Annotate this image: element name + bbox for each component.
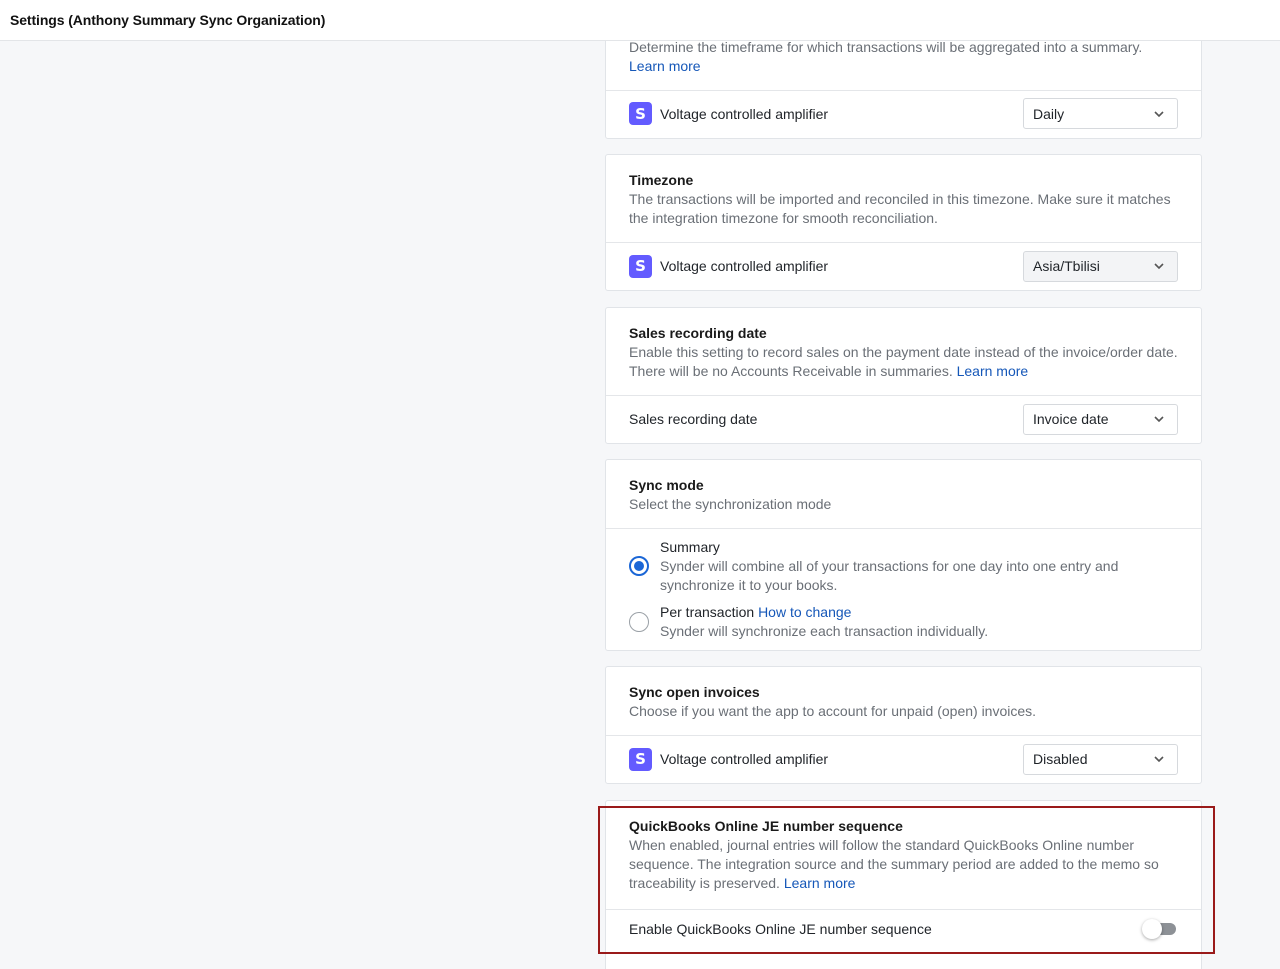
- sync-open-invoices-source: S Voltage controlled amplifier: [629, 747, 828, 771]
- settings-content: Determine the timeframe for which transa…: [605, 41, 1202, 969]
- sales-recording-desc: Enable this setting to record sales on t…: [629, 344, 1178, 379]
- chevron-down-icon: [1154, 263, 1164, 270]
- je-sequence-toggle-label: Enable QuickBooks Online JE number seque…: [629, 921, 932, 937]
- summary-period-card: Determine the timeframe for which transa…: [605, 41, 1202, 139]
- chevron-down-icon: [1154, 756, 1164, 763]
- summary-radio-desc: Synder will combine all of your transact…: [660, 558, 1119, 593]
- top-bar: Settings (Anthony Summary Sync Organizat…: [0, 0, 1280, 41]
- sync-mode-desc: Select the synchronization mode: [629, 496, 832, 512]
- stripe-logo-icon: S: [629, 254, 652, 278]
- sales-recording-row-label: Sales recording date: [629, 411, 758, 427]
- stripe-logo-icon: S: [629, 102, 652, 125]
- je-sequence-desc: When enabled, journal entries will follo…: [629, 837, 1159, 891]
- je-sequence-toggle[interactable]: [1142, 919, 1178, 939]
- sales-recording-title: Sales recording date: [629, 325, 767, 341]
- sync-open-invoices-select[interactable]: Disabled: [1023, 743, 1178, 775]
- sync-open-invoices-title: Sync open invoices: [629, 684, 760, 700]
- je-sequence-title: QuickBooks Online JE number sequence: [629, 818, 903, 834]
- sync-mode-option-per-transaction[interactable]: Per transaction How to change Synder wil…: [606, 603, 1201, 641]
- stripe-logo-icon: S: [629, 747, 652, 771]
- per-transaction-radio-desc: Synder will synchronize each transaction…: [660, 623, 989, 639]
- timezone-title: Timezone: [629, 172, 694, 188]
- summary-radio[interactable]: [629, 556, 649, 576]
- per-transaction-radio[interactable]: [629, 612, 649, 632]
- summary-period-select[interactable]: Daily: [1023, 98, 1178, 129]
- sync-open-invoices-card: Sync open invoices Choose if you want th…: [605, 666, 1202, 784]
- timezone-source: S Voltage controlled amplifier: [629, 254, 828, 278]
- summary-radio-label: Summary: [660, 539, 720, 555]
- sync-mode-card: Sync mode Select the synchronization mod…: [605, 459, 1202, 651]
- sync-mode-title: Sync mode: [629, 477, 704, 493]
- sales-recording-card: Sales recording date Enable this setting…: [605, 307, 1202, 444]
- timezone-desc: The transactions will be imported and re…: [629, 191, 1171, 226]
- je-sequence-card: QuickBooks Online JE number sequence Whe…: [605, 800, 1202, 969]
- sync-open-invoices-desc: Choose if you want the app to account fo…: [629, 703, 1037, 719]
- sales-recording-select[interactable]: Invoice date: [1023, 403, 1178, 435]
- timezone-select[interactable]: Asia/Tbilisi: [1023, 250, 1178, 282]
- chevron-down-icon: [1154, 416, 1164, 423]
- page-title: Settings (Anthony Summary Sync Organizat…: [10, 12, 326, 28]
- sync-mode-option-summary[interactable]: Summary Synder will combine all of your …: [606, 538, 1201, 595]
- chevron-down-icon: [1154, 110, 1164, 117]
- per-transaction-radio-label: Per transaction: [660, 604, 755, 620]
- summary-period-learn-more-link[interactable]: Learn more: [629, 58, 701, 74]
- summary-period-desc: Determine the timeframe for which transa…: [629, 41, 1143, 74]
- timezone-card: Timezone The transactions will be import…: [605, 154, 1202, 291]
- how-to-change-link[interactable]: How to change: [758, 604, 851, 620]
- summary-period-source: S Voltage controlled amplifier: [629, 102, 828, 125]
- sales-recording-learn-more-link[interactable]: Learn more: [957, 363, 1029, 379]
- je-sequence-learn-more-link[interactable]: Learn more: [784, 875, 856, 891]
